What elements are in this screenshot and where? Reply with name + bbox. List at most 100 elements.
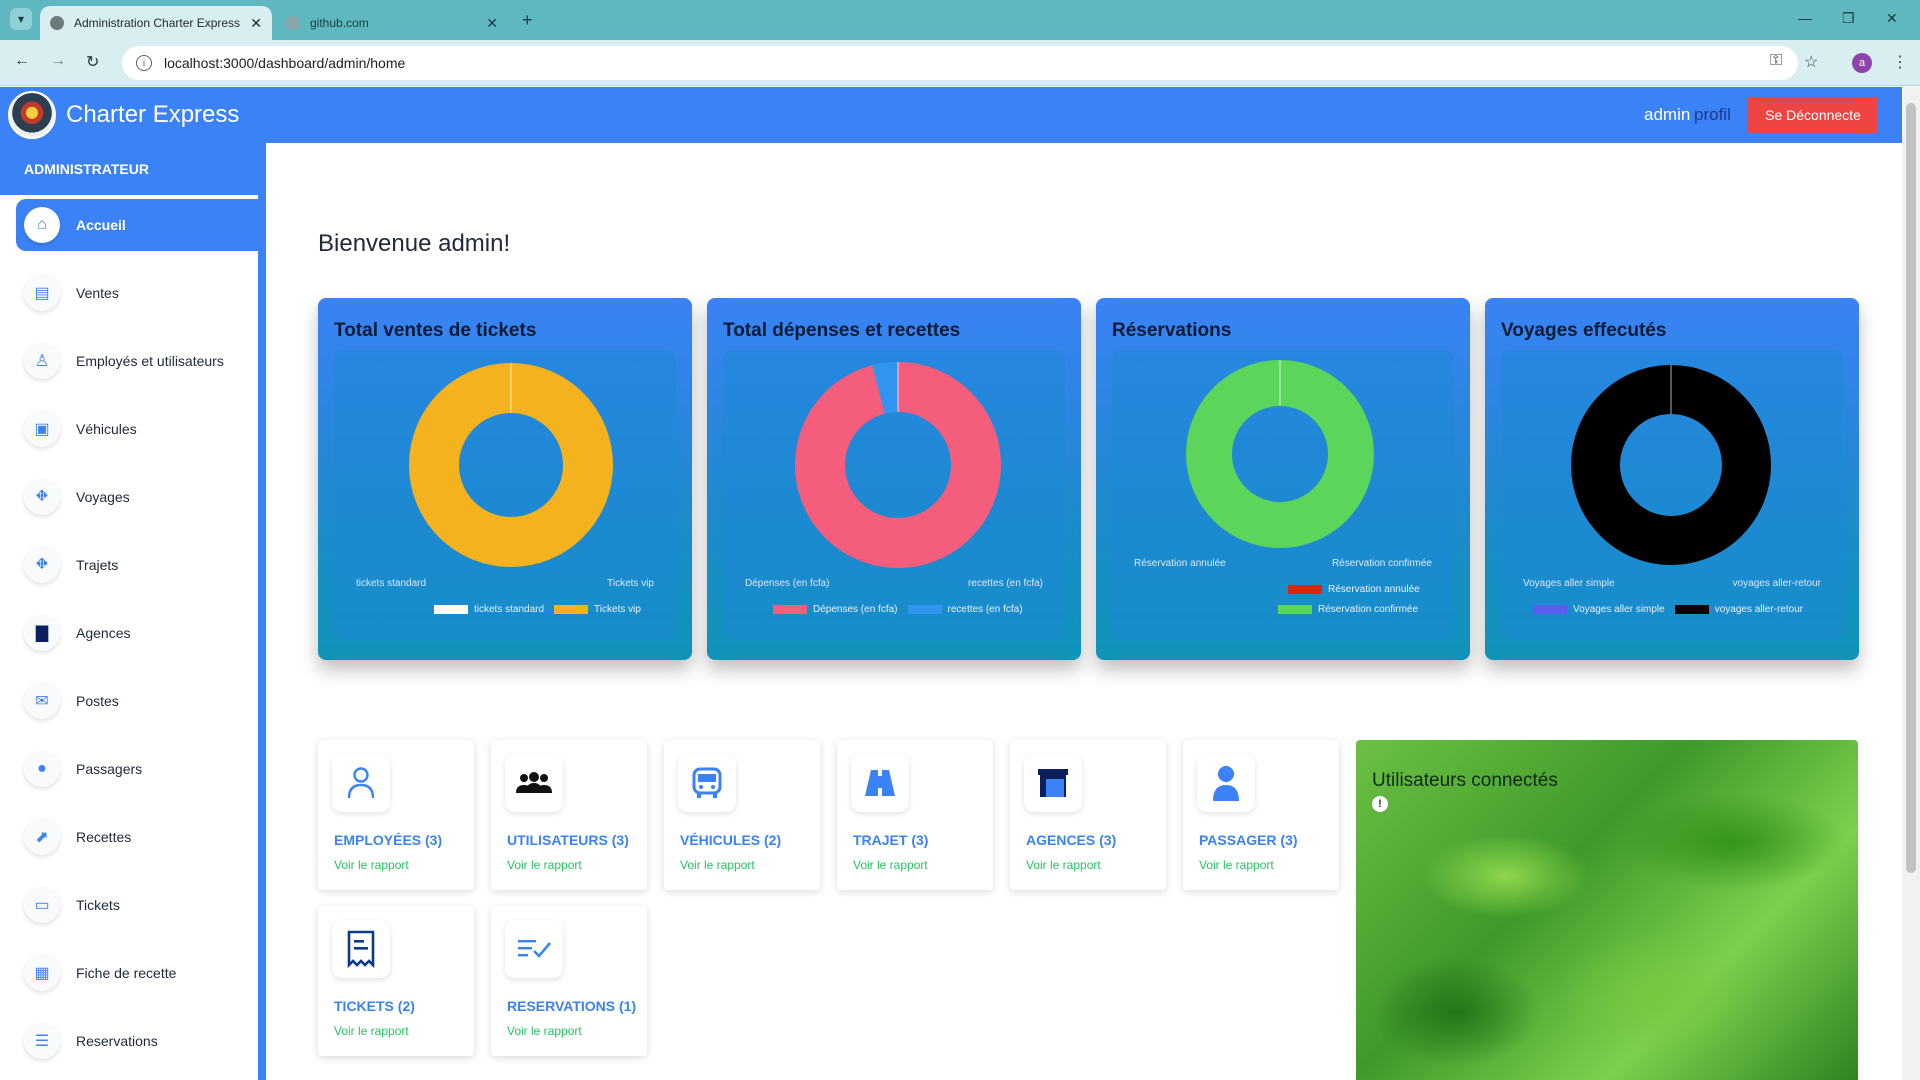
- close-window-icon[interactable]: ✕: [1886, 10, 1898, 27]
- sidebar-item-accueil[interactable]: ⌂ Accueil: [16, 199, 266, 251]
- stat-card-agences[interactable]: AGENCES (3) Voir le rapport: [1010, 740, 1166, 890]
- close-tab-icon[interactable]: ✕: [250, 15, 262, 32]
- tab-search-button[interactable]: ▾: [10, 8, 32, 30]
- stat-card-utilisateurs[interactable]: UTILISATEURS (3) Voir le rapport: [491, 740, 647, 890]
- legend-swatch: [773, 605, 807, 614]
- sidebar-item-vehicules[interactable]: ▣ Véhicules: [16, 403, 266, 455]
- sidebar-item-voyages[interactable]: ⛖ Voyages: [16, 471, 266, 523]
- chart-axis-label: Voyages aller simple: [1523, 578, 1615, 589]
- checklist-icon: ☰: [24, 1023, 60, 1059]
- report-link[interactable]: Voir le rapport: [507, 858, 582, 872]
- sidebar-item-trajets[interactable]: ⛖ Trajets: [16, 539, 266, 591]
- legend-label: voyages aller-retour: [1714, 604, 1804, 615]
- brand-name: Charter Express: [66, 101, 240, 128]
- legend-label: Réservation confirmée: [1318, 604, 1419, 615]
- new-tab-button[interactable]: +: [522, 10, 533, 31]
- forward-icon[interactable]: →: [50, 52, 66, 70]
- globe-icon: [286, 16, 300, 30]
- sidebar-item-label: Véhicules: [76, 421, 137, 437]
- browser-tab-active[interactable]: Administration Charter Express ✕: [40, 6, 272, 40]
- page-title: Bienvenue admin!: [318, 230, 511, 257]
- connected-users-panel: Utilisateurs connectés !: [1356, 740, 1858, 1080]
- donut-chart: [1186, 360, 1374, 548]
- address-bar[interactable]: i localhost:3000/dashboard/admin/home: [122, 46, 1798, 80]
- info-icon[interactable]: !: [1372, 796, 1388, 812]
- legend-swatch: [907, 605, 942, 614]
- minimize-icon[interactable]: —: [1798, 10, 1812, 26]
- close-tab-icon[interactable]: ✕: [486, 15, 498, 32]
- sidebar-item-employes[interactable]: ♙ Employés et utilisateurs: [16, 335, 266, 387]
- legend-label: Tickets vip: [594, 604, 641, 615]
- panel-title: Utilisateurs connectés: [1372, 770, 1558, 791]
- user-icon: ♙: [24, 343, 60, 379]
- stat-card-tickets[interactable]: TICKETS (2) Voir le rapport: [318, 906, 474, 1056]
- key-icon[interactable]: ⚿: [1770, 52, 1782, 70]
- report-link[interactable]: Voir le rapport: [680, 858, 755, 872]
- stat-label: PASSAGER (3): [1199, 832, 1298, 848]
- report-link[interactable]: Voir le rapport: [507, 1024, 582, 1038]
- browser-tab-inactive[interactable]: github.com ✕: [276, 6, 508, 40]
- sidebar-item-label: Accueil: [76, 217, 126, 233]
- sidebar-item-label: Voyages: [76, 489, 130, 505]
- sidebar-item-tickets[interactable]: ▭ Tickets: [16, 879, 266, 931]
- browser-profile-avatar[interactable]: a: [1852, 53, 1872, 73]
- chart-title: Réservations: [1112, 320, 1232, 341]
- mailbox-icon: ✉: [24, 683, 60, 719]
- scrollbar-thumb[interactable]: [1906, 103, 1916, 873]
- donut-chart: [795, 362, 1001, 568]
- stat-card-passager[interactable]: PASSAGER (3) Voir le rapport: [1183, 740, 1339, 890]
- chart-inner: tickets standard Tickets vip tickets sta…: [334, 350, 676, 640]
- revenue-icon: ⬈: [24, 819, 60, 855]
- sheet-icon: ▦: [24, 955, 60, 991]
- site-info-icon[interactable]: i: [136, 55, 152, 71]
- sidebar-section-title: ADMINISTRATEUR: [0, 143, 266, 195]
- sidebar-item-fiche-de-recette[interactable]: ▦ Fiche de recette: [16, 947, 266, 999]
- stat-card-trajet[interactable]: TRAJET (3) Voir le rapport: [837, 740, 993, 890]
- profile-link[interactable]: profil: [1694, 105, 1731, 125]
- tab-title: Administration Charter Express: [74, 16, 241, 30]
- report-link[interactable]: Voir le rapport: [1026, 858, 1101, 872]
- sidebar-item-label: Trajets: [76, 557, 119, 573]
- store-icon: [1024, 754, 1082, 812]
- sidebar-item-label: Fiche de recette: [76, 965, 177, 981]
- legend-label: Voyages aller simple: [1573, 604, 1665, 615]
- sidebar-item-reservations[interactable]: ☰ Reservations: [16, 1015, 266, 1067]
- stat-card-vehicules[interactable]: VÉHICULES (2) Voir le rapport: [664, 740, 820, 890]
- chart-card-reservations: Réservations Réservation annulée Réserva…: [1096, 298, 1470, 660]
- donut-chart: [1571, 365, 1771, 565]
- sidebar-item-agences[interactable]: ▇ Agences: [16, 607, 266, 659]
- page-scrollbar[interactable]: [1902, 87, 1920, 1080]
- home-icon: ⌂: [24, 207, 60, 243]
- sidebar-item-passagers[interactable]: ● Passagers: [16, 743, 266, 795]
- reload-icon[interactable]: ↻: [86, 52, 99, 72]
- chart-inner: Réservation annulée Réservation confirmé…: [1112, 350, 1454, 640]
- tab-title: github.com: [310, 16, 369, 30]
- browser-menu-icon[interactable]: ⋮: [1892, 52, 1908, 72]
- bookmark-star-icon[interactable]: ☆: [1804, 52, 1818, 72]
- road-icon: ⛖: [24, 547, 60, 583]
- road-icon: [851, 754, 909, 812]
- stat-label: RESERVATIONS (1): [507, 998, 637, 1014]
- report-link[interactable]: Voir le rapport: [853, 858, 928, 872]
- chart-axis-label: Réservation annulée: [1134, 558, 1226, 569]
- report-link[interactable]: Voir le rapport: [334, 858, 409, 872]
- sidebar-item-ventes[interactable]: ▤ Ventes: [16, 267, 266, 319]
- report-link[interactable]: Voir le rapport: [1199, 858, 1274, 872]
- stat-card-reservations[interactable]: RESERVATIONS (1) Voir le rapport: [491, 906, 647, 1056]
- site-favicon-icon: [50, 16, 64, 30]
- chart-legend: Voyages aller simple voyages aller-retou…: [1533, 604, 1803, 615]
- restore-icon[interactable]: ❐: [1842, 10, 1855, 27]
- sidebar-item-postes[interactable]: ✉ Postes: [16, 675, 266, 727]
- legend-swatch: [1533, 605, 1567, 614]
- stat-label: VÉHICULES (2): [680, 832, 782, 848]
- report-link[interactable]: Voir le rapport: [334, 1024, 409, 1038]
- legend-swatch: [554, 605, 589, 614]
- sidebar-item-recettes[interactable]: ⬈ Recettes: [16, 811, 266, 863]
- legend-label: recettes (en fcfa): [947, 604, 1023, 615]
- browser-toolbar: ← → ↻ i localhost:3000/dashboard/admin/h…: [0, 40, 1920, 86]
- stat-card-employes[interactable]: EMPLOYÉES (3) Voir le rapport: [318, 740, 474, 890]
- checklist-icon: [505, 920, 563, 978]
- chart-legend: tickets standard Tickets vip: [434, 604, 641, 615]
- logout-button[interactable]: Se Déconnecte: [1748, 97, 1878, 133]
- back-icon[interactable]: ←: [14, 52, 30, 70]
